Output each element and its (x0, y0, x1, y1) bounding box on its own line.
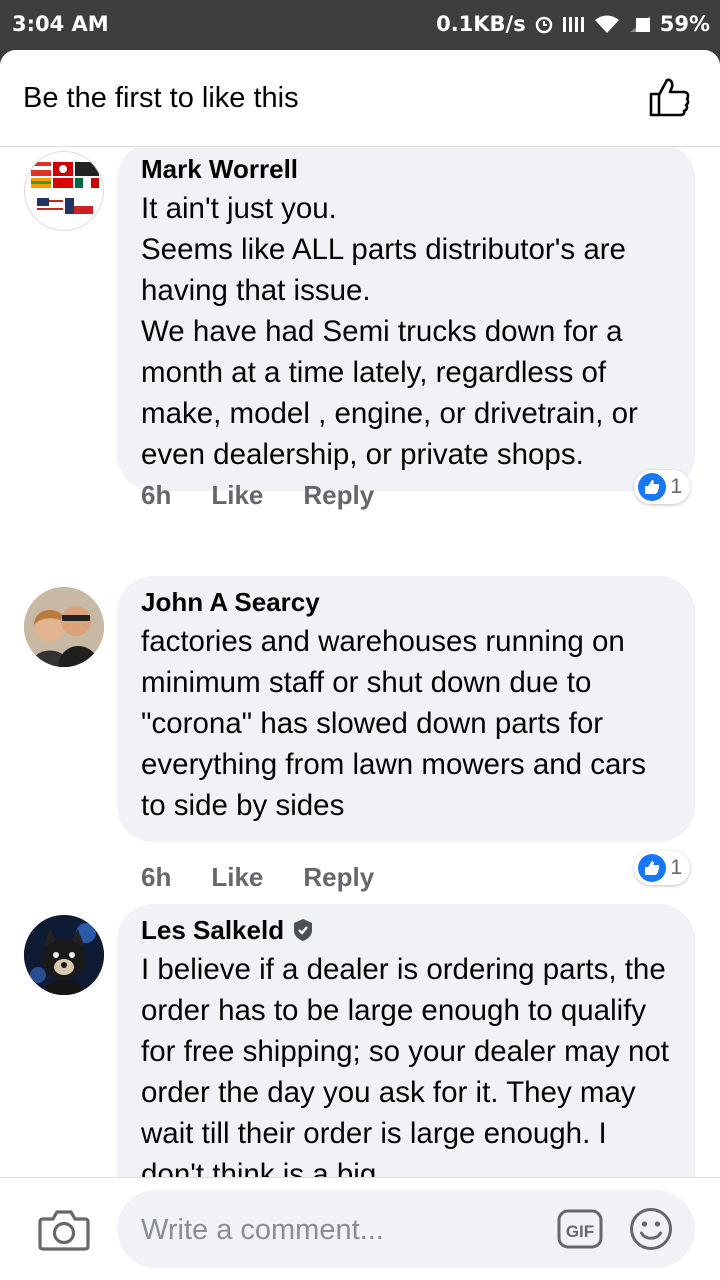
reaction-count[interactable]: 1 (634, 851, 690, 885)
like-reaction-icon (638, 854, 667, 882)
comment-bubble[interactable]: John A Searcy factories and warehouses r… (117, 576, 695, 842)
likes-header: Be the first to like this (0, 50, 720, 147)
verified-badge-icon (294, 919, 313, 941)
avatar-mark-worrell[interactable] (24, 151, 104, 231)
signal-icon (562, 17, 584, 32)
status-time: 3:04 AM (12, 12, 109, 36)
net-speed: 0.1KB/s (436, 12, 526, 36)
comment-composer: Write a comment... GIF (0, 1177, 720, 1280)
likes-sheet: Be the first to like this Mark Worrell I… (0, 50, 720, 1280)
flags-avatar-image (31, 162, 99, 214)
comment-bubble[interactable]: Mark Worrell It ain't just you. Seems li… (117, 147, 695, 491)
wifi-icon (594, 15, 619, 33)
comment-time: 6h (141, 480, 172, 510)
comment-bubble[interactable]: Les Salkeld I believe if a dealer is ord… (117, 904, 695, 1177)
reply-button[interactable]: Reply (303, 480, 374, 511)
dog-avatar-image (24, 915, 104, 995)
battery-level: 59% (659, 12, 710, 36)
like-reaction-icon (638, 473, 667, 501)
like-button[interactable]: Like (211, 862, 263, 893)
comment-text: I believe if a dealer is ordering parts,… (141, 953, 670, 1177)
comment-author[interactable]: Mark Worrell (141, 153, 673, 185)
avatar-john-a-searcy[interactable] (24, 587, 104, 667)
thumbs-up-icon[interactable] (648, 76, 690, 118)
likes-summary: Be the first to like this (23, 82, 299, 114)
comment-list: Mark Worrell It ain't just you. Seems li… (0, 147, 720, 1177)
avatar-les-salkeld[interactable] (24, 915, 104, 995)
alarm-icon (535, 16, 552, 34)
reaction-total: 1 (670, 856, 682, 879)
author-name: Les Salkeld (141, 915, 285, 945)
comment-actions: 6h Like Reply (141, 862, 374, 893)
status-bar: 3:04 AM 0.1KB/s 59% (0, 0, 720, 50)
gif-label: GIF (566, 1222, 594, 1241)
reaction-total: 1 (670, 475, 682, 498)
gif-icon[interactable]: GIF (557, 1209, 603, 1249)
comment-text: factories and warehouses running on mini… (141, 625, 646, 822)
like-button[interactable]: Like (211, 480, 263, 511)
comment-time: 6h (141, 862, 172, 892)
camera-icon[interactable] (38, 1208, 90, 1252)
reaction-count[interactable]: 1 (634, 470, 690, 504)
comment-text: It ain't just you. Seems like ALL parts … (141, 192, 638, 471)
reply-button[interactable]: Reply (303, 862, 374, 893)
comment-author[interactable]: Les Salkeld (141, 914, 673, 946)
comment-actions: 6h Like Reply (141, 480, 374, 511)
secondary-signal-icon (629, 16, 650, 32)
comment-author[interactable]: John A Searcy (141, 586, 673, 618)
status-icons: 0.1KB/s 59% (436, 12, 710, 36)
comment-placeholder: Write a comment... (141, 1214, 384, 1246)
couple-avatar-image (24, 587, 104, 667)
comment-input[interactable]: Write a comment... GIF (117, 1190, 695, 1268)
smiley-icon[interactable] (629, 1207, 673, 1251)
